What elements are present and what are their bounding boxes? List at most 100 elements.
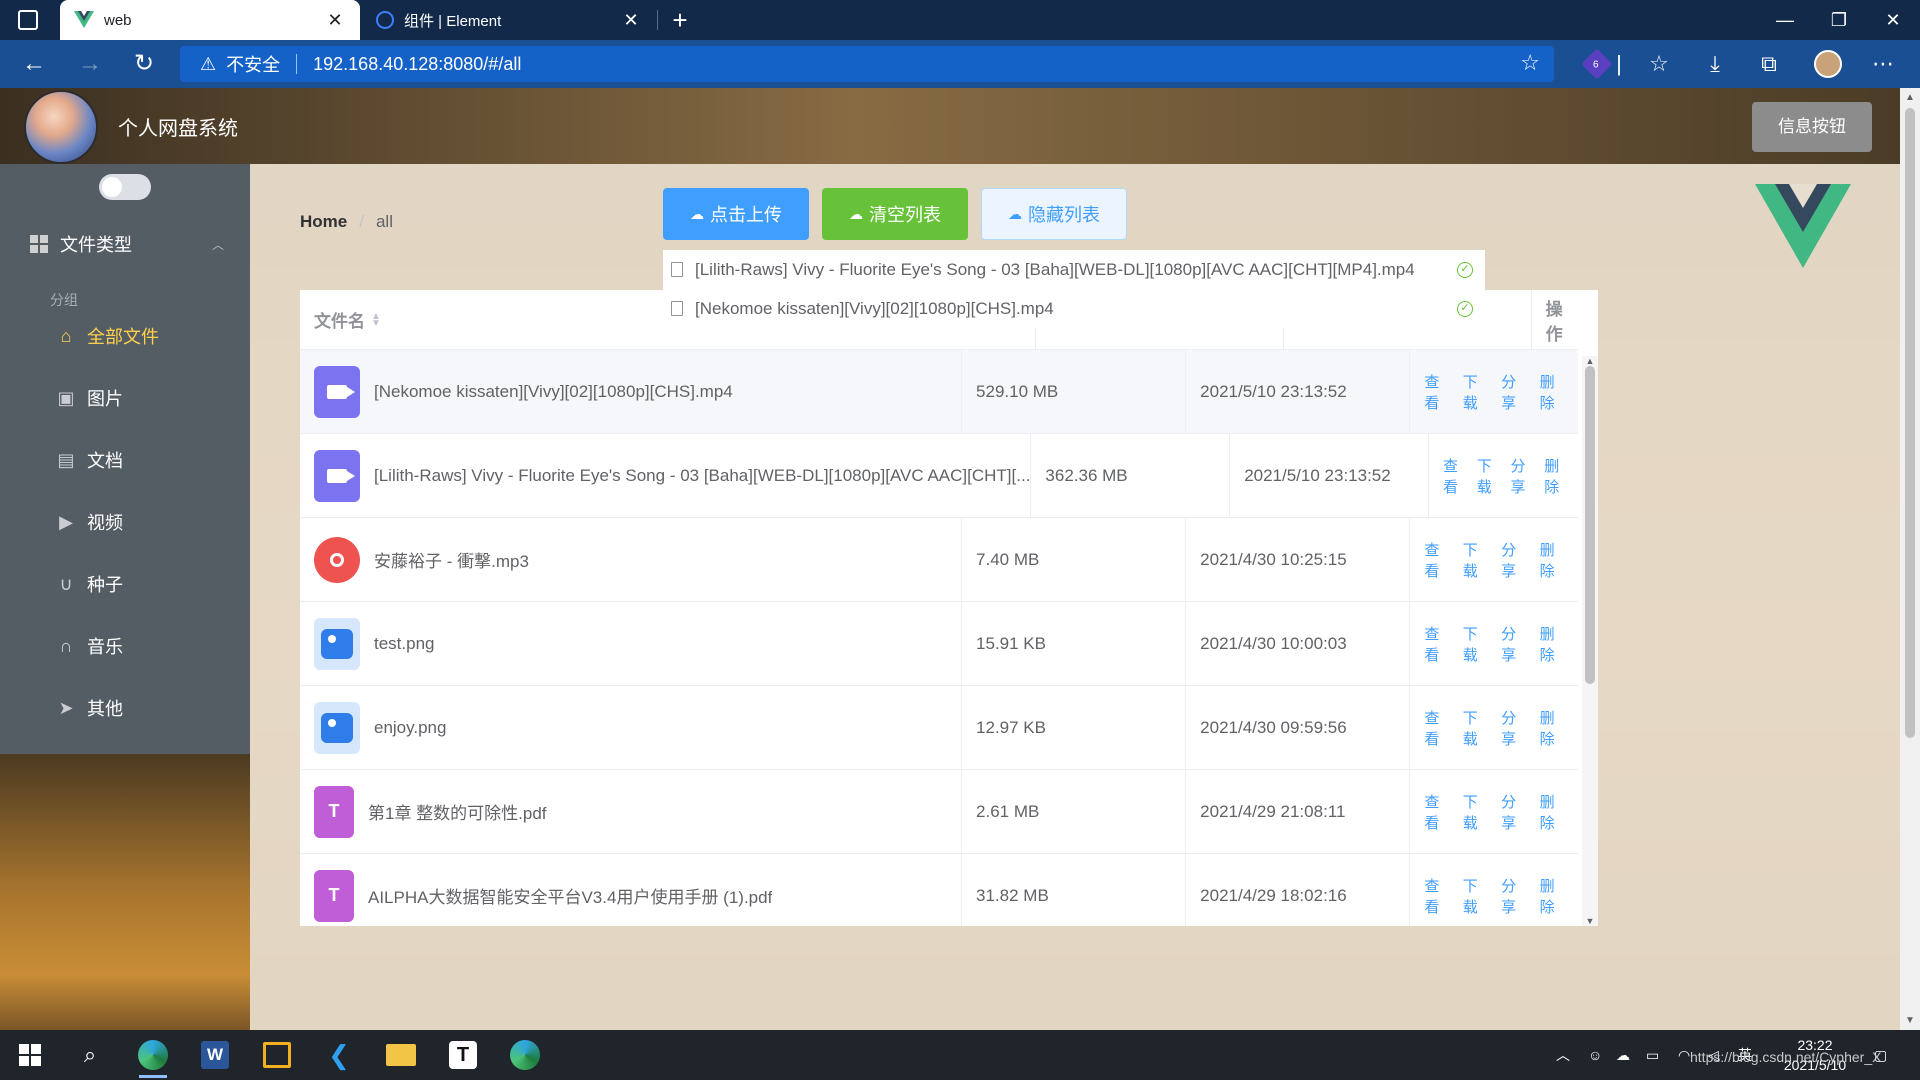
scroll-up-icon[interactable]: ▲ bbox=[1900, 92, 1920, 103]
scroll-down-icon[interactable]: ▼ bbox=[1582, 916, 1598, 926]
sidebar-item-pictures[interactable]: ▣ 图片 bbox=[0, 370, 250, 426]
start-button[interactable] bbox=[10, 1036, 50, 1074]
sidebar-item-music[interactable]: ∩ 音乐 bbox=[0, 618, 250, 674]
file-name[interactable]: test.png bbox=[374, 634, 435, 654]
scroll-down-icon[interactable]: ▼ bbox=[1900, 1015, 1920, 1026]
sidebar-item-torrents[interactable]: ∪ 种子 bbox=[0, 556, 250, 612]
new-tab-button[interactable]: + bbox=[664, 2, 696, 38]
download-link[interactable]: 下载 bbox=[1477, 455, 1496, 497]
sidebar-item-all-files[interactable]: ⌂ 全部文件 bbox=[0, 308, 250, 364]
maximize-button[interactable]: ❐ bbox=[1812, 0, 1866, 40]
tray-overflow-icon[interactable]: ︿ bbox=[1556, 1030, 1570, 1080]
table-scrollbar[interactable]: ▲ ▼ bbox=[1582, 356, 1598, 926]
delete-link[interactable]: 删除 bbox=[1540, 875, 1563, 917]
download-link[interactable]: 下载 bbox=[1463, 623, 1486, 665]
table-row[interactable]: T AILPHA大数据智能安全平台V3.4用户使用手册 (1).pdf 31.8… bbox=[300, 854, 1578, 926]
tab-web[interactable]: web ✕ bbox=[60, 0, 360, 40]
scroll-up-icon[interactable]: ▲ bbox=[1582, 356, 1598, 366]
profile-avatar[interactable] bbox=[1814, 50, 1842, 78]
view-link[interactable]: 查看 bbox=[1424, 875, 1447, 917]
upload-list-item[interactable]: [Lilith-Raws] Vivy - Fluorite Eye's Song… bbox=[663, 250, 1485, 289]
file-name[interactable]: enjoy.png bbox=[374, 718, 446, 738]
taskbar-edge[interactable] bbox=[133, 1036, 173, 1078]
refresh-button[interactable]: ↻ bbox=[122, 40, 166, 88]
page-scrollbar[interactable]: ▲ ▼ bbox=[1900, 88, 1920, 1030]
sidebar-item-videos[interactable]: ▶ 视频 bbox=[0, 494, 250, 550]
favorites-icon[interactable]: ☆ bbox=[1644, 50, 1674, 80]
share-link[interactable]: 分享 bbox=[1501, 539, 1524, 581]
tray-app-icon[interactable]: ☺ bbox=[1588, 1030, 1602, 1080]
view-link[interactable]: 查看 bbox=[1424, 623, 1447, 665]
table-row[interactable]: T 第1章 整数的可除性.pdf 2.61 MB 2021/4/29 21:08… bbox=[300, 770, 1578, 854]
table-row[interactable]: [Nekomoe kissaten][Vivy][02][1080p][CHS]… bbox=[300, 350, 1578, 434]
view-link[interactable]: 查看 bbox=[1424, 707, 1447, 749]
file-name[interactable]: [Nekomoe kissaten][Vivy][02][1080p][CHS]… bbox=[374, 382, 733, 402]
share-link[interactable]: 分享 bbox=[1501, 791, 1524, 833]
file-name[interactable]: 第1章 整数的可除性.pdf bbox=[368, 799, 547, 824]
taskbar-typora[interactable]: T bbox=[443, 1036, 483, 1074]
download-link[interactable]: 下载 bbox=[1463, 539, 1486, 581]
taskbar-remote-desktop[interactable] bbox=[257, 1036, 297, 1074]
wifi-icon[interactable]: ◠ bbox=[1678, 1030, 1690, 1080]
more-menu-icon[interactable]: ⋯ bbox=[1868, 50, 1898, 80]
info-button[interactable]: 信息按钮 bbox=[1752, 102, 1872, 152]
delete-link[interactable]: 删除 bbox=[1540, 707, 1563, 749]
tab-element[interactable]: 组件 | Element ✕ bbox=[362, 0, 656, 40]
view-link[interactable]: 查看 bbox=[1424, 371, 1447, 413]
upload-button[interactable]: ☁ 点击上传 bbox=[663, 188, 809, 240]
taskbar-file-explorer[interactable] bbox=[381, 1036, 421, 1074]
forward-button[interactable]: → bbox=[68, 40, 112, 88]
hide-list-button[interactable]: ☁ 隐藏列表 bbox=[981, 188, 1127, 240]
share-link[interactable]: 分享 bbox=[1501, 623, 1524, 665]
table-row[interactable]: enjoy.png 12.97 KB 2021/4/30 09:59:56 查看… bbox=[300, 686, 1578, 770]
view-link[interactable]: 查看 bbox=[1424, 791, 1447, 833]
view-link[interactable]: 查看 bbox=[1443, 455, 1462, 497]
onedrive-icon[interactable]: ☁ bbox=[1616, 1030, 1630, 1080]
sort-caret-icon[interactable]: ▲▼ bbox=[371, 311, 381, 328]
collections-icon[interactable]: ⧉ bbox=[1754, 50, 1784, 80]
share-link[interactable]: 分享 bbox=[1510, 455, 1529, 497]
sidebar-item-other[interactable]: ➤ 其他 bbox=[0, 680, 250, 736]
share-link[interactable]: 分享 bbox=[1501, 707, 1524, 749]
table-row[interactable]: test.png 15.91 KB 2021/4/30 10:00:03 查看 … bbox=[300, 602, 1578, 686]
back-button[interactable]: ← bbox=[12, 40, 56, 88]
tab-actions-icon[interactable] bbox=[18, 10, 38, 30]
submenu-file-types[interactable]: 文件类型 ︿ bbox=[0, 216, 250, 272]
download-link[interactable]: 下载 bbox=[1463, 791, 1486, 833]
tab-close-icon[interactable]: ✕ bbox=[620, 10, 642, 31]
downloads-icon[interactable]: ⤓ bbox=[1700, 50, 1730, 80]
tab-close-icon[interactable]: ✕ bbox=[324, 10, 346, 31]
url-field[interactable]: ⚠ 不安全 192.168.40.128:8080/#/all ☆ bbox=[180, 46, 1554, 82]
delete-link[interactable]: 删除 bbox=[1544, 455, 1563, 497]
clear-list-button[interactable]: ☁ 清空列表 bbox=[822, 188, 968, 240]
download-link[interactable]: 下载 bbox=[1463, 371, 1486, 413]
add-favorite-icon[interactable]: ☆ bbox=[1520, 50, 1540, 76]
sidebar-item-documents[interactable]: ▤ 文档 bbox=[0, 432, 250, 488]
table-row[interactable]: 安藤裕子 - 衝撃.mp3 7.40 MB 2021/4/30 10:25:15… bbox=[300, 518, 1578, 602]
taskbar-vscode[interactable]: ❮ bbox=[319, 1036, 359, 1074]
taskbar-edge-dev[interactable] bbox=[505, 1036, 545, 1074]
delete-link[interactable]: 删除 bbox=[1540, 791, 1563, 833]
minimize-button[interactable]: — bbox=[1758, 0, 1812, 40]
table-row[interactable]: [Lilith-Raws] Vivy - Fluorite Eye's Song… bbox=[300, 434, 1578, 518]
taskbar-word[interactable]: W bbox=[195, 1036, 235, 1074]
download-link[interactable]: 下载 bbox=[1463, 875, 1486, 917]
delete-link[interactable]: 删除 bbox=[1540, 371, 1563, 413]
file-name[interactable]: [Lilith-Raws] Vivy - Fluorite Eye's Song… bbox=[374, 466, 1030, 486]
collapse-switch[interactable] bbox=[99, 174, 151, 200]
file-name[interactable]: 安藤裕子 - 衝撃.mp3 bbox=[374, 547, 529, 572]
upload-list-item[interactable]: [Nekomoe kissaten][Vivy][02][1080p][CHS]… bbox=[663, 289, 1485, 328]
download-link[interactable]: 下载 bbox=[1463, 707, 1486, 749]
delete-link[interactable]: 删除 bbox=[1540, 623, 1563, 665]
battery-icon[interactable]: ▭ bbox=[1646, 1030, 1659, 1080]
delete-link[interactable]: 删除 bbox=[1540, 539, 1563, 581]
close-window-button[interactable]: ✕ bbox=[1866, 0, 1920, 40]
table-scroll-thumb[interactable] bbox=[1585, 366, 1595, 684]
page-scroll-thumb[interactable] bbox=[1905, 108, 1915, 738]
view-link[interactable]: 查看 bbox=[1424, 539, 1447, 581]
breadcrumb-home[interactable]: Home bbox=[300, 212, 347, 232]
share-link[interactable]: 分享 bbox=[1501, 875, 1524, 917]
search-button[interactable]: ⌕ bbox=[70, 1036, 110, 1074]
file-name[interactable]: AILPHA大数据智能安全平台V3.4用户使用手册 (1).pdf bbox=[368, 883, 772, 908]
share-link[interactable]: 分享 bbox=[1501, 371, 1524, 413]
